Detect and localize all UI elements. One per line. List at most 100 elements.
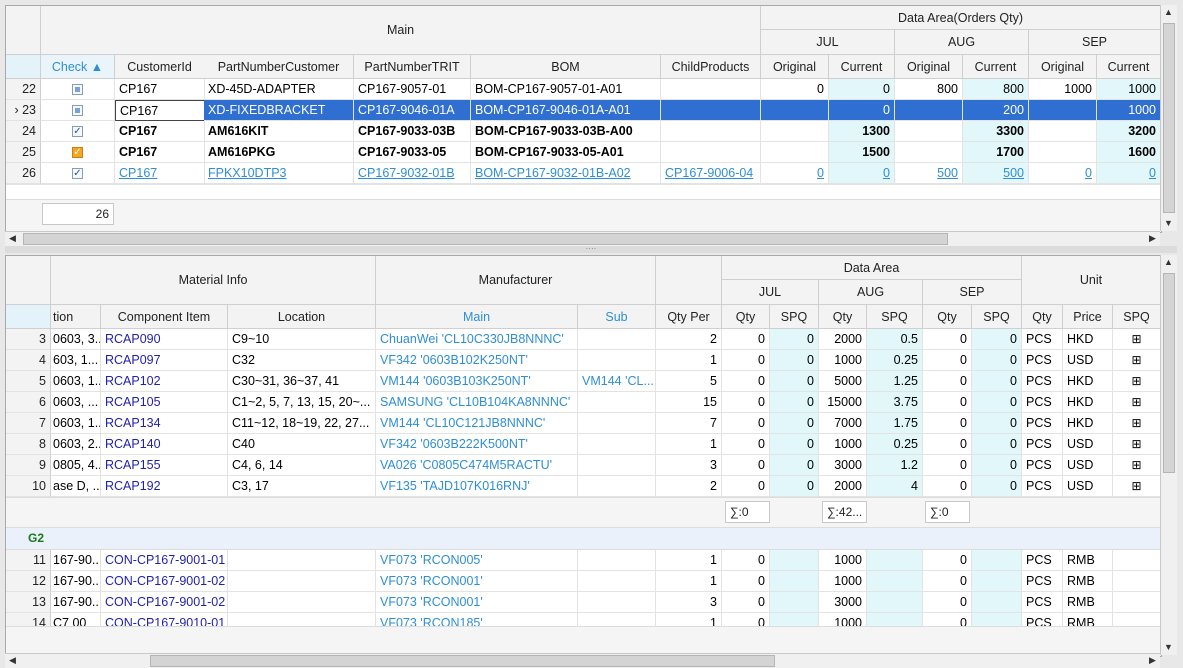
column-header-component-item[interactable]: Component Item xyxy=(101,305,228,329)
table-row[interactable]: 7 0603, 1... RCAP134 C11~12, 18~19, 22, 27.… xyxy=(6,413,1161,434)
scroll-right-arrow-icon[interactable]: ▶ xyxy=(1145,653,1160,668)
table-row[interactable]: 25 ✓ CP167 AM616PKG CP167-9033-05 BOM-CP167-9… xyxy=(6,142,1161,163)
unit-spq-cell[interactable]: ⊞ xyxy=(1113,413,1161,434)
component-item-cell[interactable]: RCAP140 xyxy=(101,434,228,455)
part-number-customer-cell[interactable]: FPKX10DTP3 xyxy=(204,163,354,184)
manufacturer-main-cell[interactable]: VF073 'RCON001' xyxy=(376,571,578,592)
calculator-icon[interactable]: ⊞ xyxy=(1131,458,1141,472)
manufacturer-main-cell[interactable]: SAMSUNG 'CL10B104KA8NNNC' xyxy=(376,392,578,413)
column-header-childproducts[interactable]: ChildProducts xyxy=(661,55,761,79)
column-header-current[interactable]: Current xyxy=(1097,55,1161,79)
manufacturer-sub-cell[interactable] xyxy=(578,392,656,413)
table-row[interactable]: 13 167-90... CON-CP167-9001-02 VF073 'RCON0… xyxy=(6,592,1161,613)
unit-spq-cell[interactable]: ⊞ xyxy=(1113,392,1161,413)
manufacturer-sub-cell[interactable] xyxy=(578,455,656,476)
column-header-spq[interactable]: SPQ xyxy=(1113,305,1161,329)
component-item-cell[interactable]: RCAP105 xyxy=(101,392,228,413)
manufacturer-main-cell[interactable]: ChuanWei 'CL10C330JB8NNNC' xyxy=(376,329,578,350)
unit-spq-cell[interactable]: ⊞ xyxy=(1113,434,1161,455)
unit-spq-cell[interactable] xyxy=(1113,571,1161,592)
manufacturer-sub-cell[interactable] xyxy=(578,434,656,455)
column-header-qty-per[interactable]: Qty Per xyxy=(656,305,722,329)
column-header-qty[interactable]: Qty xyxy=(722,305,770,329)
materials-hscroll-thumb[interactable] xyxy=(150,655,775,667)
unit-spq-cell[interactable]: ⊞ xyxy=(1113,329,1161,350)
materials-vertical-scrollbar[interactable]: ▲ ▼ xyxy=(1160,255,1177,655)
materials-vscroll-thumb[interactable] xyxy=(1163,273,1175,473)
calculator-icon[interactable]: ⊞ xyxy=(1131,374,1141,388)
column-header-qty[interactable]: Qty xyxy=(1022,305,1063,329)
scroll-up-arrow-icon[interactable]: ▲ xyxy=(1161,255,1176,270)
column-header-original[interactable]: Original xyxy=(895,55,963,79)
unit-spq-cell[interactable]: ⊞ xyxy=(1113,350,1161,371)
manufacturer-sub-cell[interactable]: VM144 'CL... xyxy=(578,371,656,392)
customer-id-cell[interactable]: CP167 xyxy=(115,163,205,184)
child-products-cell[interactable]: CP167-9006-04 xyxy=(661,163,761,184)
manufacturer-main-cell[interactable]: VF073 'RCON005' xyxy=(376,550,578,571)
manufacturer-main-cell[interactable]: VF073 'RCON001' xyxy=(376,592,578,613)
column-header-location[interactable]: Location xyxy=(228,305,376,329)
orders-vertical-scrollbar[interactable]: ▲ ▼ xyxy=(1160,5,1177,231)
table-row[interactable]: 4 603, 1... RCAP097 C32 VF342 '0603B102K250N… xyxy=(6,350,1161,371)
manufacturer-sub-cell[interactable] xyxy=(578,413,656,434)
table-row[interactable]: 26 ✓ CP167 FPKX10DTP3 CP167-9032-01B BOM-CP16… xyxy=(6,163,1161,184)
component-item-cell[interactable]: CON-CP167-9001-02 xyxy=(101,571,228,592)
pane-splitter[interactable]: ···· xyxy=(5,245,1177,253)
scroll-down-arrow-icon[interactable]: ▼ xyxy=(1161,640,1176,655)
table-row[interactable]: 8 0603, 2... RCAP140 C40 VF342 '0603B222K500… xyxy=(6,434,1161,455)
manufacturer-sub-cell[interactable] xyxy=(578,550,656,571)
calculator-icon[interactable]: ⊞ xyxy=(1131,353,1141,367)
manufacturer-main-cell[interactable]: VF342 '0603B102K250NT' xyxy=(376,350,578,371)
row-checkbox[interactable]: ✓ xyxy=(41,142,115,163)
column-header-customerid[interactable]: CustomerId xyxy=(115,55,205,79)
table-row[interactable]: 9 0805, 4... RCAP155 C4, 6, 14 VA026 'C0805C… xyxy=(6,455,1161,476)
checkbox-checked-orange-icon[interactable]: ✓ xyxy=(72,147,83,159)
calculator-icon[interactable]: ⊞ xyxy=(1131,437,1141,451)
manufacturer-sub-cell[interactable] xyxy=(578,592,656,613)
component-item-cell[interactable]: RCAP155 xyxy=(101,455,228,476)
group-row-g2[interactable]: G2 xyxy=(6,528,1161,550)
column-header-partnumbercustomer[interactable]: PartNumberCustomer xyxy=(204,55,354,79)
manufacturer-sub-cell[interactable] xyxy=(578,350,656,371)
unit-spq-cell[interactable]: ⊞ xyxy=(1113,455,1161,476)
column-header-qty[interactable]: Qty xyxy=(923,305,972,329)
calculator-icon[interactable]: ⊞ xyxy=(1131,332,1141,346)
manufacturer-main-cell[interactable]: VF342 '0603B222K500NT' xyxy=(376,434,578,455)
component-item-cell[interactable]: RCAP102 xyxy=(101,371,228,392)
calculator-icon[interactable]: ⊞ xyxy=(1131,395,1141,409)
calculator-icon[interactable]: ⊞ xyxy=(1131,416,1141,430)
manufacturer-main-cell[interactable]: VM144 '0603B103K250NT' xyxy=(376,371,578,392)
manufacturer-sub-cell[interactable] xyxy=(578,571,656,592)
table-row[interactable]: 6 0603, ... RCAP105 C1~2, 5, 7, 13, 15, 20~… xyxy=(6,392,1161,413)
manufacturer-sub-cell[interactable] xyxy=(578,329,656,350)
table-row[interactable]: 24 ✓ CP167 AM616KIT CP167-9033-03B BOM-CP167-… xyxy=(6,121,1161,142)
column-header-check[interactable]: Check ▲ xyxy=(41,55,115,79)
checkbox-checked-icon[interactable]: ✓ xyxy=(72,126,83,138)
row-checkbox[interactable] xyxy=(41,100,115,121)
column-header-current[interactable]: Current xyxy=(963,55,1029,79)
column-header-original[interactable]: Original xyxy=(761,55,829,79)
column-header-spq[interactable]: SPQ xyxy=(867,305,923,329)
column-header-spq[interactable]: SPQ xyxy=(770,305,819,329)
table-row[interactable]: 10 ase D, ... RCAP192 C3, 17 VF135 'TAJD107K… xyxy=(6,476,1161,497)
scroll-up-arrow-icon[interactable]: ▲ xyxy=(1161,5,1176,20)
table-row[interactable]: 22 CP167 XD-45D-ADAPTER CP167-9057-01 BOM-CP… xyxy=(6,79,1161,100)
bom-cell[interactable]: BOM-CP167-9032-01B-A02 xyxy=(471,163,661,184)
table-row[interactable]: 12 167-90... CON-CP167-9001-02 VF073 'RCON0… xyxy=(6,571,1161,592)
part-number-trit-cell[interactable]: CP167-9032-01B xyxy=(354,163,471,184)
component-item-cell[interactable]: RCAP192 xyxy=(101,476,228,497)
table-row[interactable]: 3 0603, 3... RCAP090 C9~10 ChuanWei 'CL10C33… xyxy=(6,329,1161,350)
column-header-bom[interactable]: BOM xyxy=(471,55,661,79)
scroll-down-arrow-icon[interactable]: ▼ xyxy=(1161,216,1176,231)
column-header-qty[interactable]: Qty xyxy=(819,305,867,329)
checkbox-partial-icon[interactable] xyxy=(72,84,83,96)
orders-grid[interactable]: Main Data Area(Orders Qty) JUL AUG SEP Check … xyxy=(5,5,1162,233)
column-header-spq[interactable]: SPQ xyxy=(972,305,1022,329)
manufacturer-main-cell[interactable]: VF135 'TAJD107K016RNJ' xyxy=(376,476,578,497)
scroll-right-arrow-icon[interactable]: ▶ xyxy=(1145,231,1160,246)
table-row[interactable]: 11 167-90... CON-CP167-9001-01 VF073 'RCON0… xyxy=(6,550,1161,571)
column-header-partnumbertrit[interactable]: PartNumberTRIT xyxy=(354,55,471,79)
component-item-cell[interactable]: CON-CP167-9001-02 xyxy=(101,592,228,613)
manufacturer-sub-cell[interactable] xyxy=(578,476,656,497)
row-checkbox[interactable]: ✓ xyxy=(41,121,115,142)
